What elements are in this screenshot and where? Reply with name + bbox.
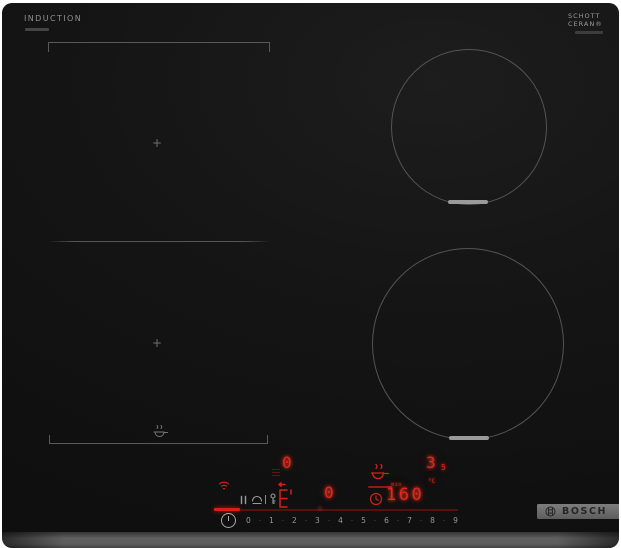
zone-center-mark-front-left: +: [152, 337, 162, 349]
power-button[interactable]: [221, 513, 236, 528]
fry-sensor-icon[interactable]: [368, 463, 390, 482]
cooking-zone-front-right: [372, 248, 564, 440]
icon-divider: [265, 495, 266, 504]
power-display-right-rear: 3: [426, 455, 436, 471]
panel-separator-line: [240, 509, 458, 511]
power-level-3[interactable]: 3: [315, 516, 320, 525]
power-level-2[interactable]: 2: [292, 516, 297, 525]
pause-icon[interactable]: [239, 495, 248, 505]
schott-ceran-logo: SCHOTT CERAN®: [568, 12, 603, 28]
flex-zone-divider-line: [48, 241, 270, 242]
zone-front-mark-front-right: [449, 436, 489, 440]
wipe-protection-icon[interactable]: [251, 495, 263, 505]
wifi-icon[interactable]: [216, 480, 232, 491]
flex-zone-icon[interactable]: [276, 481, 295, 510]
induction-label: INDUCTION: [24, 14, 82, 23]
clock-timer-icon[interactable]: [369, 492, 383, 506]
slider-dot: ·: [351, 517, 353, 525]
power-level-7[interactable]: 7: [407, 516, 412, 525]
model-code-text: [25, 28, 49, 31]
slider-dot: ·: [305, 517, 307, 525]
slider-dot: ·: [397, 517, 399, 525]
schott-line1: SCHOTT: [568, 12, 603, 20]
active-selection-underline: [214, 508, 240, 511]
power-level-4[interactable]: 4: [338, 516, 343, 525]
temperature-unit-label: °C: [428, 479, 435, 485]
slider-dot: ·: [374, 517, 376, 525]
power-level-5[interactable]: 5: [361, 516, 366, 525]
zone-center-mark-rear-left: +: [152, 137, 162, 149]
power-level-0[interactable]: 0: [246, 516, 251, 525]
slider-dot: ·: [259, 517, 261, 525]
cooking-zone-rear-right: [391, 49, 547, 205]
slider-dot: ·: [420, 517, 422, 525]
star-favorite-icon[interactable]: ☆: [317, 504, 323, 514]
slider-dot: ·: [443, 517, 445, 525]
power-level-9[interactable]: 9: [453, 516, 458, 525]
schott-line2: CERAN®: [568, 20, 603, 28]
hob-body: INDUCTION SCHOTT CERAN® + +: [2, 3, 619, 548]
temperature-display: 160: [386, 487, 424, 504]
power-display-right-rear-sub: 5: [441, 464, 446, 472]
fry-sensor-glass-icon: [151, 424, 169, 439]
slider-dot: ·: [328, 517, 330, 525]
bosch-logo-badge: BOSCH: [537, 504, 619, 519]
power-level-1[interactable]: 1: [269, 516, 274, 525]
power-level-6[interactable]: 6: [384, 516, 389, 525]
power-level-8[interactable]: 8: [430, 516, 435, 525]
schott-fine-print: [575, 31, 603, 34]
zone-front-mark-rear-right: [448, 200, 488, 204]
power-display-right-front: 0: [324, 485, 334, 501]
menu-lines-icon[interactable]: [272, 467, 280, 477]
power-level-slider[interactable]: 0 · 1 · 2 · 3 · 4 · 5 · 6 · 7 · 8 · 9: [246, 515, 458, 526]
bosch-wordmark: BOSCH: [562, 506, 607, 517]
product-photo-induction-hob: INDUCTION SCHOTT CERAN® + +: [0, 0, 621, 548]
power-display-left: 0: [282, 455, 292, 471]
slider-dot: ·: [282, 517, 284, 525]
flex-zone-top-bracket: [48, 42, 270, 53]
bosch-emblem-icon: [545, 506, 556, 517]
stainless-front-strip: [2, 532, 619, 548]
